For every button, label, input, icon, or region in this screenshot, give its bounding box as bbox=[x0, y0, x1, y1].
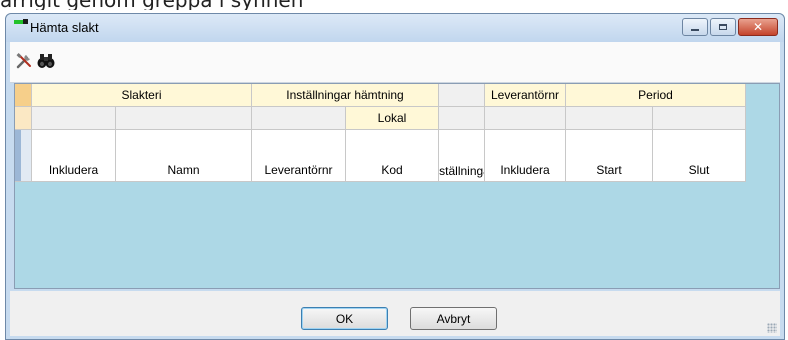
close-icon: ✕ bbox=[752, 20, 764, 34]
app-icon bbox=[14, 19, 28, 25]
background-page-text: arrigit genom greppa i synnen bbox=[0, 0, 788, 10]
column-header-start[interactable]: Start bbox=[566, 130, 653, 182]
group-header-leverantornr: Leverantörnr bbox=[485, 84, 566, 107]
minimize-icon bbox=[691, 29, 699, 31]
sub-header-cell bbox=[32, 107, 116, 130]
data-grid[interactable]: Slakteri Inställningar hämtning Leverant… bbox=[14, 83, 780, 289]
binoculars-icon[interactable] bbox=[36, 52, 56, 70]
column-header-inkludera-2[interactable]: Inkludera bbox=[485, 130, 566, 182]
sub-header-cell bbox=[439, 107, 485, 130]
column-header-inkludera[interactable]: Inkludera bbox=[32, 130, 116, 182]
title-bar[interactable]: Hämta slakt ✕ bbox=[6, 14, 784, 42]
row-header-columns bbox=[15, 130, 32, 182]
maximize-icon bbox=[719, 24, 727, 30]
group-header-empty bbox=[439, 84, 485, 107]
column-header-installningar[interactable]: Inställningar bbox=[439, 130, 485, 182]
sub-header-cell bbox=[566, 107, 653, 130]
sub-header-cell bbox=[653, 107, 746, 130]
row-header-sub bbox=[15, 107, 32, 130]
toolbar bbox=[10, 42, 780, 83]
ok-button[interactable]: OK bbox=[301, 307, 388, 330]
column-header-kod[interactable]: Kod bbox=[346, 130, 439, 182]
window-title: Hämta slakt bbox=[30, 20, 99, 35]
sub-header-cell bbox=[252, 107, 346, 130]
group-header-slakteri: Slakteri bbox=[32, 84, 252, 107]
cancel-button[interactable]: Avbryt bbox=[410, 307, 497, 330]
dialog-window: Hämta slakt ✕ Slakteri Inställningar häm… bbox=[5, 13, 785, 340]
group-header-period: Period bbox=[566, 84, 746, 107]
row-header-corner bbox=[15, 84, 32, 107]
column-header-namn[interactable]: Namn bbox=[116, 130, 252, 182]
maximize-button[interactable] bbox=[710, 18, 736, 36]
close-button[interactable]: ✕ bbox=[738, 18, 778, 36]
sub-header-cell bbox=[485, 107, 566, 130]
sub-header-lokal: Lokal bbox=[346, 107, 439, 130]
minimize-button[interactable] bbox=[682, 18, 708, 36]
resize-grip-icon[interactable] bbox=[767, 323, 777, 333]
group-header-installningar: Inställningar hämtning bbox=[252, 84, 439, 107]
dialog-footer: OK Avbryt bbox=[10, 291, 780, 336]
tools-icon[interactable] bbox=[14, 52, 34, 70]
window-controls: ✕ bbox=[680, 18, 778, 36]
column-header-leverantornr[interactable]: Leverantörnr bbox=[252, 130, 346, 182]
column-header-slut[interactable]: Slut bbox=[653, 130, 746, 182]
sub-header-cell bbox=[116, 107, 252, 130]
